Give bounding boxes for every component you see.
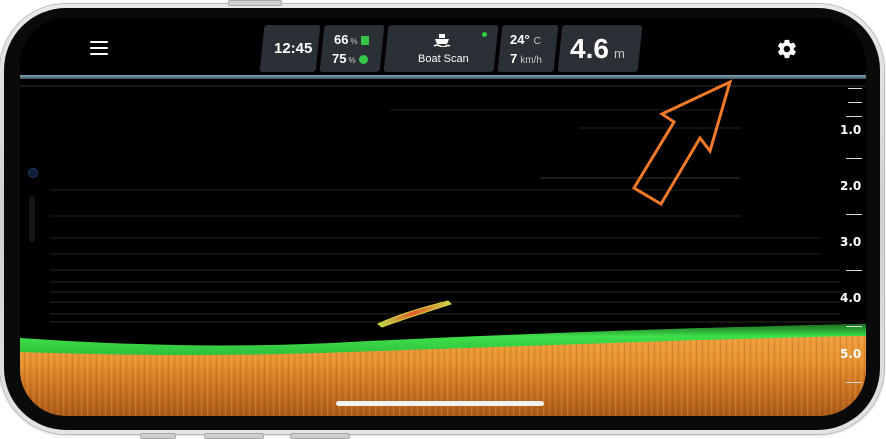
temperature-value: 24°: [510, 32, 530, 47]
scale-tick: [848, 88, 862, 89]
phone-battery: 66%: [334, 32, 369, 47]
sonar-battery: 75%: [332, 51, 368, 66]
boat-speed: 7 km/h: [510, 51, 542, 66]
mute-switch: [290, 433, 350, 439]
sonar-battery-icon: [358, 55, 368, 64]
environment-panel-content: 24° C 7 km/h: [500, 25, 556, 72]
depth-scale-label: 5.0: [840, 347, 862, 361]
scale-tick: [846, 382, 862, 383]
depth-readout: 4.6 m: [570, 33, 625, 65]
phone-battery-unit: %: [350, 37, 358, 46]
scale-tick: [846, 158, 862, 159]
scale-tick: [846, 270, 862, 271]
dynamic-island: [29, 196, 35, 242]
temperature-unit: C: [533, 36, 541, 47]
status-bar: 12:45 66% 75% Boat Scan 24° C 7 km/h 4.6…: [20, 18, 866, 78]
time-panel-content: 12:45: [262, 25, 318, 72]
depth-value: 4.6: [570, 33, 609, 64]
depth-scale-label: 3.0: [840, 235, 862, 249]
depth-scale-label: 4.0: [840, 291, 862, 305]
sonar-battery-unit: %: [348, 56, 356, 65]
front-camera: [28, 168, 38, 178]
depth-panel-content: 4.6 m: [560, 25, 640, 72]
connection-indicator: [482, 32, 487, 37]
scale-tick: [846, 116, 862, 117]
speed-unit: km/h: [520, 55, 542, 66]
mode-label: Boat Scan: [418, 53, 469, 65]
volume-up-button: [140, 433, 176, 439]
depth-unit: m: [613, 46, 625, 61]
phone-battery-value: 66: [334, 32, 349, 47]
speed-value: 7: [510, 51, 518, 66]
scale-tick: [846, 326, 862, 327]
hamburger-menu-icon[interactable]: [90, 40, 108, 56]
depth-scale-label: 2.0: [840, 179, 862, 193]
clock-text: 12:45: [274, 40, 313, 57]
volume-down-button: [204, 433, 264, 439]
app-screen: 12:45 66% 75% Boat Scan 24° C 7 km/h 4.6…: [20, 18, 866, 416]
home-indicator[interactable]: [336, 401, 544, 406]
boat-icon: [433, 34, 451, 47]
depth-scale-label: 1.0: [840, 123, 862, 137]
battery-icon: [360, 36, 369, 45]
power-button: [228, 0, 282, 6]
scale-tick: [846, 214, 862, 215]
sonar-battery-value: 75: [332, 51, 347, 66]
battery-panel-content: 66% 75%: [322, 25, 382, 72]
water-temperature: 24° C: [510, 32, 541, 47]
gear-icon[interactable]: [776, 38, 798, 60]
mode-panel-content[interactable]: Boat Scan: [386, 25, 496, 72]
scale-tick: [848, 102, 862, 103]
